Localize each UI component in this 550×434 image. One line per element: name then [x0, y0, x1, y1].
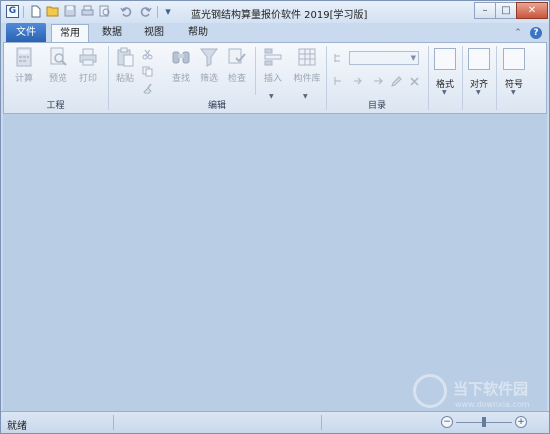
undo-icon[interactable]: [119, 5, 133, 19]
tree-icon[interactable]: [333, 53, 344, 64]
collapse-ribbon-icon[interactable]: ⌃: [512, 27, 524, 39]
redo-icon[interactable]: [139, 5, 153, 19]
find-button[interactable]: 查找: [169, 47, 193, 84]
tab-view[interactable]: 视图: [137, 24, 171, 42]
customize-icon[interactable]: ▾: [161, 5, 175, 19]
preview-button[interactable]: 预览: [46, 47, 70, 84]
symbol-icon: [503, 48, 525, 70]
tab-data[interactable]: 数据: [95, 24, 129, 42]
printer-icon: [79, 48, 97, 66]
app-logo-icon[interactable]: G: [6, 5, 19, 18]
zoom-slider-thumb[interactable]: [482, 417, 486, 427]
open-icon[interactable]: [46, 5, 60, 19]
chevron-down-icon: ▼: [511, 89, 516, 96]
watermark: 当下软件园 www.downxia.com: [413, 374, 549, 416]
funnel-icon: [200, 48, 218, 67]
chevron-down-icon: ▼: [476, 89, 481, 96]
paste-button[interactable]: 粘贴: [113, 47, 137, 84]
group-align[interactable]: 对齐 ▼: [463, 43, 496, 113]
format-painter-icon[interactable]: [142, 83, 153, 94]
minimize-button[interactable]: –: [474, 2, 496, 19]
catalog-dropdown[interactable]: ▼: [349, 51, 419, 65]
group-catalog: ▼ 目录: [327, 43, 427, 113]
cut-icon[interactable]: [142, 49, 153, 60]
copy-icon[interactable]: [142, 66, 153, 77]
status-separator: [321, 415, 322, 430]
group-format[interactable]: 格式 ▼: [429, 43, 462, 113]
workspace-area[interactable]: [3, 114, 547, 411]
insert-rows-icon: [264, 48, 282, 66]
save-icon[interactable]: [63, 5, 77, 19]
check-icon: [228, 48, 246, 64]
tab-home[interactable]: 常用: [51, 24, 89, 42]
table-grid-icon: [298, 48, 316, 66]
format-icon: [434, 48, 456, 70]
print-icon[interactable]: [80, 5, 94, 19]
window-title: 蓝光钢结构算量报价软件 2019[学习版]: [191, 10, 368, 21]
close-button[interactable]: ✕: [516, 2, 548, 19]
group-symbol[interactable]: 符号 ▼: [497, 43, 531, 113]
tool-separator: [255, 47, 256, 95]
align-icon: [468, 48, 490, 70]
watermark-logo-icon: [413, 374, 447, 408]
move-down-icon[interactable]: [353, 76, 364, 87]
calculate-button[interactable]: 计算: [12, 47, 36, 84]
app-window: G ▾ 蓝光钢结构算量报价软件 2019[学习版] – □ ✕ 文件 常用 数据…: [0, 0, 550, 434]
watermark-url: www.downxia.com: [455, 400, 530, 409]
check-button[interactable]: 检查: [225, 47, 249, 84]
status-separator: [113, 415, 114, 430]
chevron-down-icon: ▼: [442, 89, 447, 96]
calculator-icon: [16, 47, 32, 67]
edit-icon[interactable]: [391, 76, 402, 87]
print-button[interactable]: 打印: [76, 47, 100, 84]
group-project: 计算 预览 打印 工程: [4, 43, 107, 113]
zoom-in-button[interactable]: +: [515, 416, 527, 428]
watermark-name: 当下软件园: [453, 380, 529, 398]
component-library-button[interactable]: 构件库 ▼: [293, 47, 321, 100]
title-bar: G ▾ 蓝光钢结构算量报价软件 2019[学习版] – □ ✕: [1, 1, 549, 23]
qa-separator: [23, 6, 24, 18]
group-label-edit: 编辑: [207, 101, 226, 111]
arrow-right-icon[interactable]: [373, 76, 384, 87]
binoculars-icon: [172, 51, 190, 64]
maximize-button[interactable]: □: [495, 2, 517, 19]
preview-icon[interactable]: [97, 5, 111, 19]
group-label-project: 工程: [46, 101, 65, 111]
status-text: 就绪: [7, 421, 27, 432]
delete-icon[interactable]: [409, 76, 420, 87]
magnifier-page-icon: [50, 47, 67, 66]
help-icon[interactable]: ?: [530, 27, 542, 39]
tab-file[interactable]: 文件: [6, 23, 46, 42]
chevron-down-icon: ▼: [410, 54, 416, 62]
ribbon-tabs: 文件 常用 数据 视图 帮助 ⌃ ?: [1, 23, 549, 42]
tab-help[interactable]: 帮助: [181, 24, 215, 42]
move-up-icon[interactable]: [333, 76, 344, 87]
clipboard-icon: [117, 47, 134, 67]
ribbon-panel: 计算 预览 打印 工程 粘贴 查找 筛选 检查 插入 ▼ 构件库 ▼ 编辑 ▼ …: [3, 42, 547, 114]
insert-button[interactable]: 插入 ▼: [261, 47, 285, 100]
group-label-catalog: 目录: [367, 101, 386, 111]
filter-button[interactable]: 筛选: [197, 47, 221, 84]
group-edit: 粘贴 查找 筛选 检查 插入 ▼ 构件库 ▼ 编辑: [109, 43, 325, 113]
qa-separator: [157, 6, 158, 18]
zoom-out-button[interactable]: −: [441, 416, 453, 428]
new-icon[interactable]: [29, 5, 43, 19]
